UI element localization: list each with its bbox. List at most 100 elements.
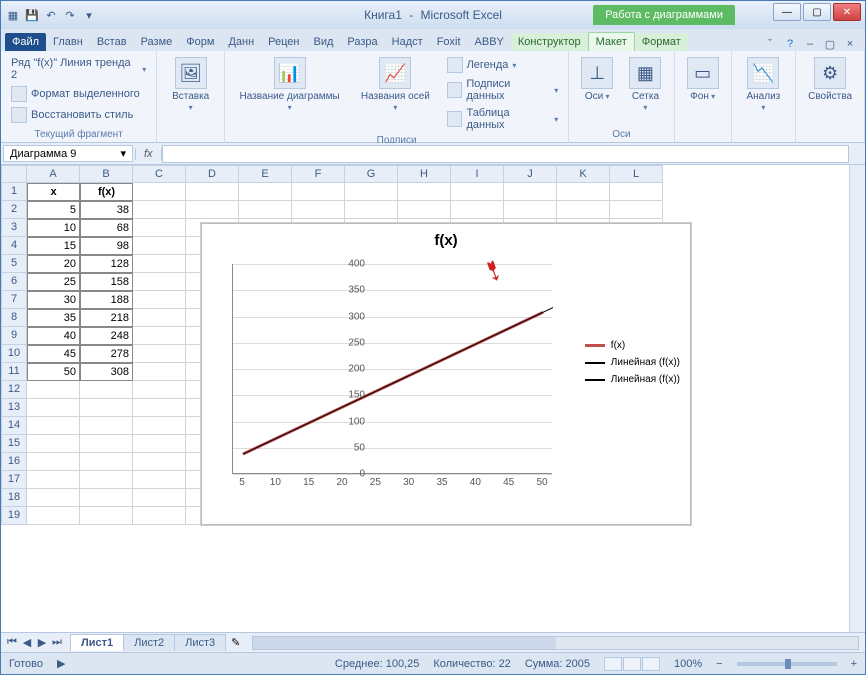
cell[interactable] (451, 183, 504, 201)
sheet-nav-last-icon[interactable]: ⏭ (50, 636, 64, 649)
minimize-button[interactable]: — (773, 3, 801, 21)
legend-item[interactable]: Линейная (f(x)) (585, 374, 680, 385)
row-header[interactable]: 2 (1, 201, 27, 219)
column-header[interactable]: F (292, 165, 345, 183)
cell[interactable] (80, 507, 133, 525)
tab-abby[interactable]: ABBY (468, 33, 511, 51)
sheet-nav-prev-icon[interactable]: ◀ (20, 636, 34, 649)
cell[interactable] (80, 381, 133, 399)
new-sheet-icon[interactable]: ✎ (225, 636, 246, 649)
select-all-corner[interactable] (1, 165, 27, 183)
tab-pagelayout[interactable]: Разме (134, 33, 180, 51)
cell[interactable]: 5 (27, 201, 80, 219)
cell[interactable] (133, 183, 186, 201)
column-header[interactable]: C (133, 165, 186, 183)
close-button[interactable]: ✕ (833, 3, 861, 21)
horizontal-scrollbar[interactable] (252, 636, 859, 650)
cell[interactable]: 30 (27, 291, 80, 309)
namebox-dropdown-icon[interactable]: ▾ (120, 147, 126, 160)
tab-developer[interactable]: Разра (340, 33, 384, 51)
cell[interactable] (186, 183, 239, 201)
cell[interactable]: 50 (27, 363, 80, 381)
tab-file[interactable]: Файл (5, 33, 46, 51)
row-header[interactable]: 16 (1, 453, 27, 471)
row-header[interactable]: 5 (1, 255, 27, 273)
row-header[interactable]: 7 (1, 291, 27, 309)
worksheet-grid[interactable]: ABCDEFGHIJKL 123456789101112131415161718… (1, 165, 865, 632)
row-header[interactable]: 14 (1, 417, 27, 435)
cell[interactable] (133, 507, 186, 525)
cell[interactable] (133, 417, 186, 435)
cell[interactable]: 25 (27, 273, 80, 291)
cell[interactable] (27, 381, 80, 399)
legend-button[interactable]: Легенда (443, 55, 563, 75)
tab-insert[interactable]: Встав (90, 33, 134, 51)
row-header[interactable]: 18 (1, 489, 27, 507)
cell[interactable]: 35 (27, 309, 80, 327)
row-header[interactable]: 19 (1, 507, 27, 525)
cell[interactable]: 10 (27, 219, 80, 237)
vertical-scrollbar[interactable] (849, 165, 865, 632)
sheet-tab[interactable]: Лист1 (70, 634, 124, 651)
cell[interactable] (133, 471, 186, 489)
column-header[interactable]: A (27, 165, 80, 183)
cell[interactable] (133, 363, 186, 381)
cell[interactable]: f(x) (80, 183, 133, 201)
cell[interactable] (398, 183, 451, 201)
cell[interactable] (239, 183, 292, 201)
legend-item[interactable]: f(x) (585, 340, 680, 351)
axis-titles-button[interactable]: 📈Названия осей (352, 55, 438, 133)
cell[interactable] (292, 201, 345, 219)
insert-button[interactable]: 🖼Вставка (163, 55, 218, 127)
cell[interactable]: 15 (27, 237, 80, 255)
cell[interactable] (27, 417, 80, 435)
column-header[interactable]: D (186, 165, 239, 183)
row-header[interactable]: 3 (1, 219, 27, 237)
tab-addins[interactable]: Надст (385, 33, 430, 51)
cell[interactable] (610, 201, 663, 219)
column-header[interactable]: J (504, 165, 557, 183)
cell[interactable] (398, 201, 451, 219)
chart-legend[interactable]: f(x) Линейная (f(x)) Линейная (f(x)) (585, 334, 680, 391)
sheet-nav-first-icon[interactable]: ⏮ (5, 636, 19, 649)
analysis-button[interactable]: 📉Анализ (738, 55, 789, 127)
plot-area[interactable] (232, 264, 552, 474)
sheet-tab[interactable]: Лист2 (123, 634, 175, 651)
tab-formulas[interactable]: Форм (179, 33, 221, 51)
tab-chart-design[interactable]: Конструктор (511, 33, 588, 51)
zoom-in-icon[interactable]: + (851, 658, 857, 670)
cell[interactable] (292, 183, 345, 201)
row-header[interactable]: 8 (1, 309, 27, 327)
cell[interactable] (345, 183, 398, 201)
cell[interactable] (133, 453, 186, 471)
fx-button[interactable]: fx (135, 148, 162, 160)
reset-style-button[interactable]: Восстановить стиль (7, 105, 150, 125)
zoom-out-icon[interactable]: − (716, 658, 722, 670)
cell[interactable] (133, 309, 186, 327)
row-header[interactable]: 11 (1, 363, 27, 381)
cell[interactable]: 45 (27, 345, 80, 363)
embedded-chart[interactable]: f(x) f(x) Линейная (f(x)) Линейная (f(x)… (201, 223, 691, 525)
column-header[interactable]: H (398, 165, 451, 183)
column-header[interactable]: I (451, 165, 504, 183)
background-button[interactable]: ▭Фон (681, 55, 725, 127)
cell[interactable] (80, 453, 133, 471)
macro-record-icon[interactable]: ▶ (57, 657, 65, 670)
properties-button[interactable]: ⚙Свойства (802, 55, 858, 127)
zoom-level[interactable]: 100% (674, 658, 702, 670)
row-header[interactable]: 17 (1, 471, 27, 489)
cell[interactable] (133, 219, 186, 237)
cell[interactable]: 128 (80, 255, 133, 273)
maximize-button[interactable]: ▢ (803, 3, 831, 21)
name-box[interactable]: Диаграмма 9▾ (3, 145, 133, 162)
cell[interactable] (80, 435, 133, 453)
tab-chart-layout[interactable]: Макет (588, 32, 635, 51)
cell[interactable]: 98 (80, 237, 133, 255)
column-header[interactable]: L (610, 165, 663, 183)
zoom-slider[interactable] (737, 662, 837, 666)
cell[interactable] (504, 183, 557, 201)
cell[interactable] (133, 399, 186, 417)
cell[interactable] (133, 489, 186, 507)
mdi-restore-icon[interactable]: ▢ (823, 37, 837, 51)
undo-icon[interactable]: ↶ (43, 7, 59, 23)
